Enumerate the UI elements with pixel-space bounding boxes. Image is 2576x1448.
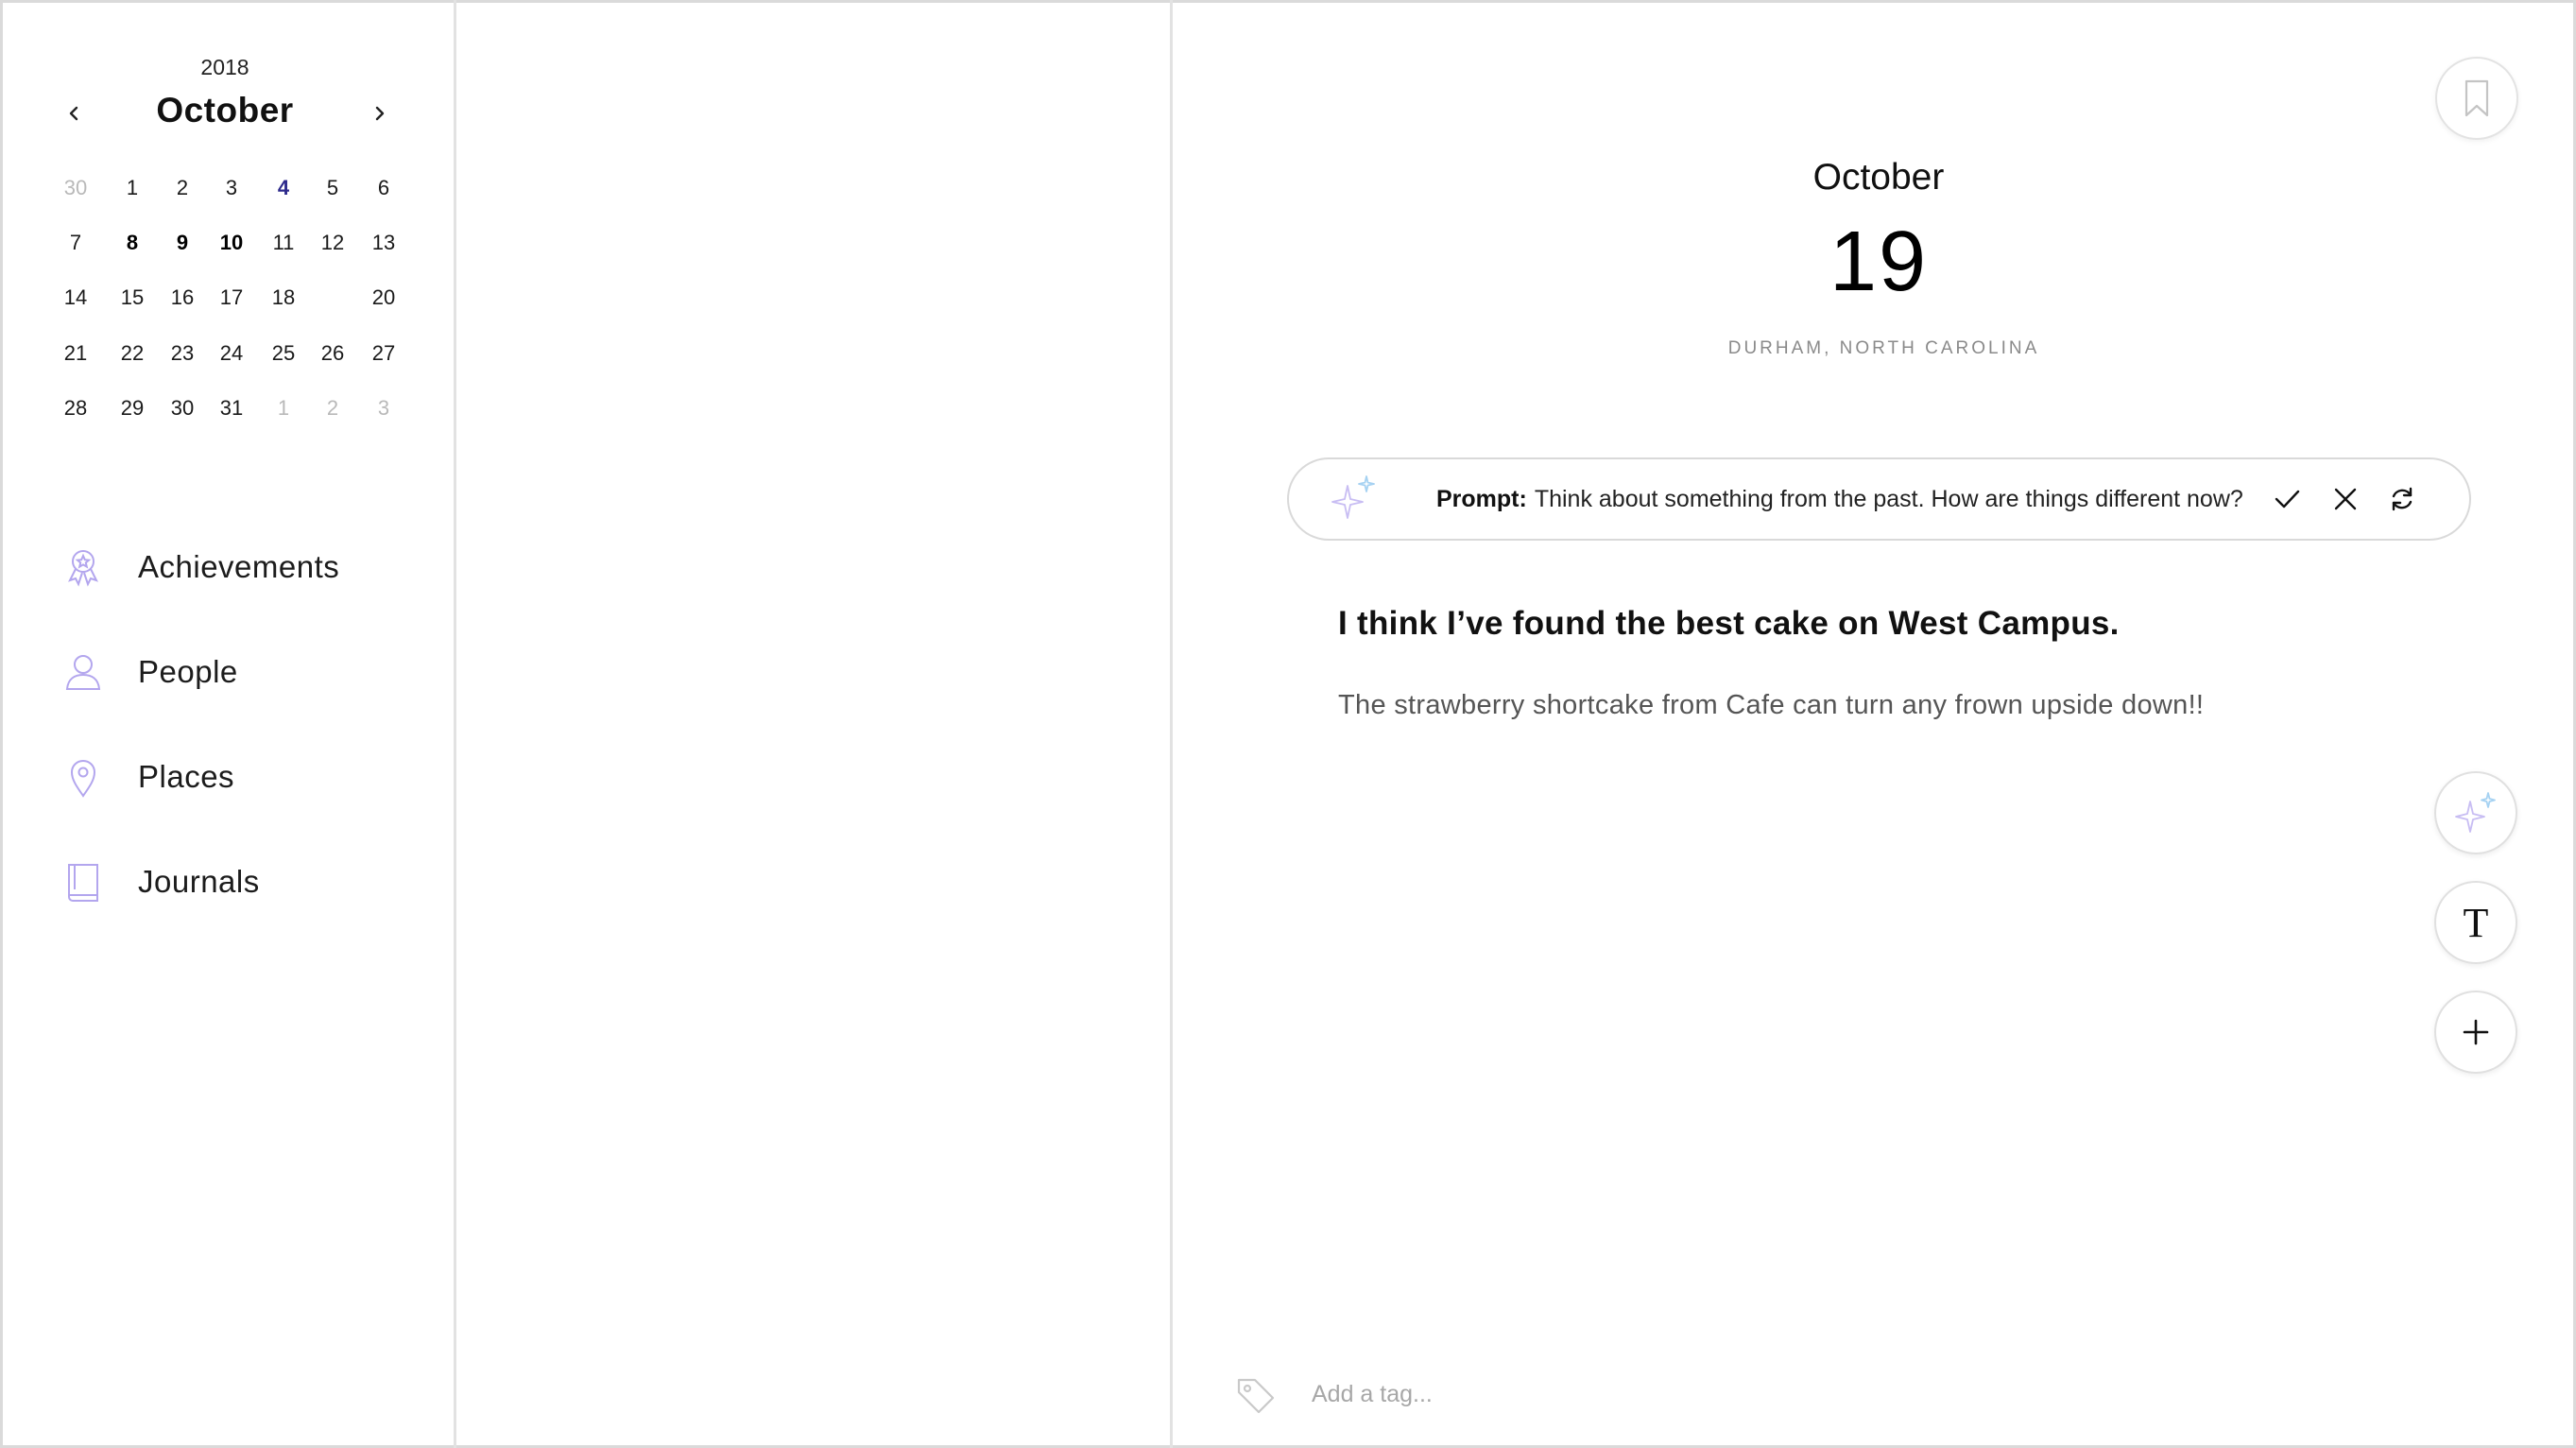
sidebar-item-achievements[interactable]: Achievements [57, 539, 416, 595]
calendar-week-row: 28 29 30 31 1 2 3 [52, 385, 411, 432]
prompt-label: Prompt: [1436, 485, 1527, 512]
tag-icon [1237, 1378, 1275, 1414]
plus-icon [2463, 1019, 2489, 1045]
calendar-day[interactable]: 31 [208, 385, 255, 432]
calendar-day[interactable]: 26 [309, 330, 356, 377]
prompt-bar: Prompt: Think about something from the p… [1287, 457, 2471, 541]
next-month-button[interactable] [361, 95, 399, 132]
person-icon [57, 646, 110, 698]
sidebar-item-label: Achievements [138, 549, 340, 584]
calendar-day[interactable]: 9 [159, 219, 206, 267]
bookmark-icon [2464, 79, 2489, 117]
calendar-day[interactable]: 1 [260, 385, 307, 432]
calendar-day[interactable]: 18 [260, 274, 307, 321]
prompt-question: Think about something from the past. How… [1534, 485, 2243, 512]
entry-month: October [1812, 157, 1945, 198]
prompt-text-row: Prompt: Think about something from the p… [1436, 459, 2243, 539]
calendar-day[interactable]: 20 [360, 274, 407, 321]
close-icon [2334, 488, 2357, 510]
calendar-day[interactable]: 8 [109, 219, 156, 267]
map-pin-icon [57, 750, 110, 803]
calendar-day[interactable]: 2 [309, 385, 356, 432]
prompt-suggestion-button[interactable] [2434, 771, 2517, 854]
calendar-week-row: 30 1 2 3 4 5 6 [52, 164, 411, 212]
entry-location: DURHAM, NORTH CAROLINA [1727, 338, 2040, 358]
calendar-day[interactable]: 14 [52, 274, 99, 321]
calendar-day[interactable]: 3 [208, 164, 255, 212]
sidebar-item-people[interactable]: People [57, 644, 416, 700]
sidebar-item-journals[interactable]: Journals [57, 853, 416, 910]
text-format-label: T [2463, 899, 2489, 946]
sidebar: 2018 October 30 1 2 3 4 5 6 7 8 9 10 11 12 13 14 15 16 17… [0, 0, 456, 1448]
calendar-day[interactable]: 27 [360, 330, 407, 377]
sparkle-icon [2455, 792, 2496, 833]
check-icon [2275, 490, 2300, 509]
calendar-day[interactable]: 4 [260, 164, 307, 212]
calendar-day[interactable]: 30 [159, 385, 206, 432]
chevron-right-icon [375, 106, 385, 121]
calendar-day[interactable]: 16 [159, 274, 206, 321]
sidebar-item-label: Places [138, 759, 235, 794]
calendar-day[interactable]: 24 [208, 330, 255, 377]
entry-body[interactable]: The strawberry shortcake from Cafe can t… [1338, 690, 2204, 721]
calendar-day[interactable]: 30 [52, 164, 99, 212]
refresh-prompt-button[interactable] [2381, 478, 2423, 520]
sidebar-item-places[interactable]: Places [57, 749, 416, 805]
accept-prompt-button[interactable] [2266, 478, 2308, 520]
text-format-button[interactable]: T [2434, 881, 2517, 964]
calendar-day[interactable]: 5 [309, 164, 356, 212]
calendar-day[interactable]: 2 [159, 164, 206, 212]
calendar-day[interactable]: 1 [109, 164, 156, 212]
sidebar-item-label: Journals [138, 864, 260, 899]
calendar-day[interactable]: 6 [360, 164, 407, 212]
sparkle-icon [1331, 475, 1375, 519]
book-icon [57, 855, 110, 908]
entry-list-pane [456, 0, 1173, 1448]
calendar-day-selected[interactable]: 19 [309, 274, 356, 321]
sidebar-item-label: People [138, 654, 238, 689]
calendar-day[interactable]: 28 [52, 385, 99, 432]
calendar-day[interactable]: 13 [360, 219, 407, 267]
calendar-day[interactable]: 17 [208, 274, 255, 321]
calendar-day[interactable]: 29 [109, 385, 156, 432]
calendar-day[interactable]: 15 [109, 274, 156, 321]
calendar-day[interactable]: 23 [159, 330, 206, 377]
add-button[interactable] [2434, 991, 2517, 1074]
calendar-day[interactable]: 25 [260, 330, 307, 377]
refresh-icon [2392, 487, 2413, 511]
dismiss-prompt-button[interactable] [2325, 478, 2366, 520]
bookmark-button[interactable] [2435, 57, 2518, 140]
calendar-day[interactable]: 12 [309, 219, 356, 267]
calendar-day[interactable]: 10 [208, 219, 255, 267]
calendar-day[interactable]: 7 [52, 219, 99, 267]
calendar-day[interactable]: 3 [360, 385, 407, 432]
calendar-year: 2018 [200, 55, 249, 79]
calendar-week-row: 7 8 9 10 11 12 13 [52, 219, 411, 267]
entry-title[interactable]: I think I’ve found the best cake on West… [1338, 605, 2120, 643]
calendar-day[interactable]: 11 [260, 219, 307, 267]
calendar-week-row: 21 22 23 24 25 26 27 [52, 330, 411, 377]
add-tag-input[interactable] [1312, 1372, 1879, 1416]
calendar-day[interactable]: 22 [109, 330, 156, 377]
calendar-week-row: 14 15 16 17 18 19 20 [52, 274, 411, 321]
entry-day: 19 [1829, 215, 1929, 309]
award-ribbon-icon [57, 541, 110, 594]
calendar-day[interactable]: 21 [52, 330, 99, 377]
